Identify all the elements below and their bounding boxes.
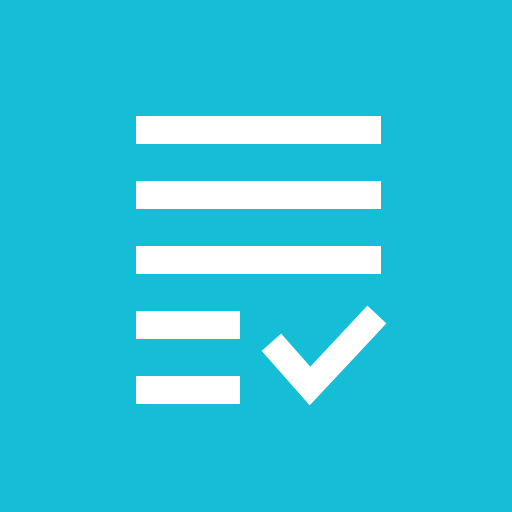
list-line-3 (136, 246, 381, 274)
checklist-icon (0, 0, 512, 512)
list-line-1 (136, 116, 381, 144)
list-line-4 (136, 311, 240, 339)
list-line-5 (136, 376, 240, 404)
list-line-2 (136, 181, 381, 209)
checkmark-icon (261, 305, 387, 406)
